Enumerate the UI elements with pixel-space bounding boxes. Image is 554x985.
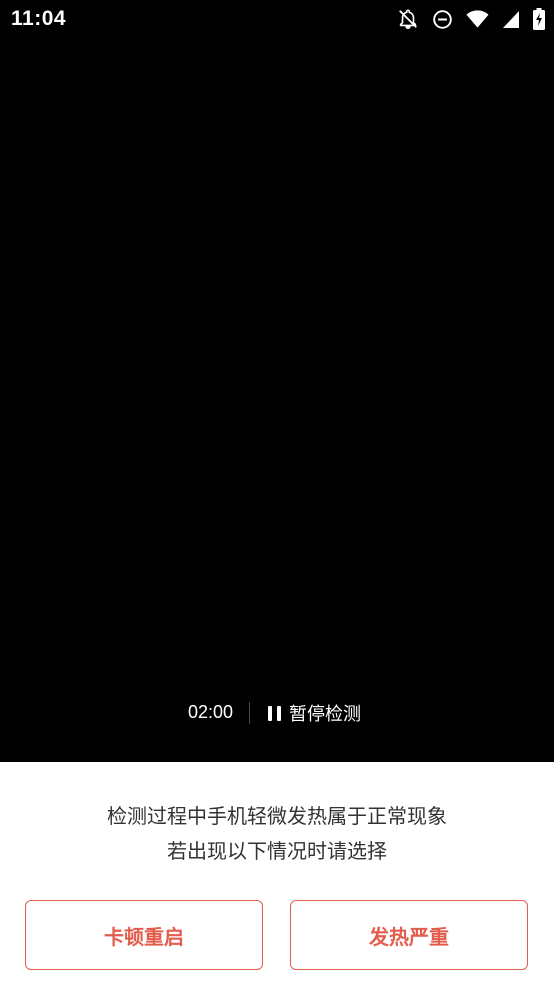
severe-heating-button[interactable]: 发热严重: [290, 900, 528, 970]
detection-view: 02:00 暂停检测: [0, 38, 554, 762]
pause-detection-button[interactable]: 暂停检测: [268, 700, 361, 726]
wifi-icon: [466, 9, 489, 29]
bottom-panel: 检测过程中手机轻微发热属于正常现象 若出现以下情况时请选择 卡顿重启 发热严重: [0, 762, 554, 985]
status-time: 11:04: [11, 7, 67, 30]
pause-detection-label: 暂停检测: [289, 704, 361, 725]
cellular-signal-icon: [502, 10, 520, 29]
notice-line-2: 若出现以下情况时请选择: [167, 839, 387, 863]
battery-charging-icon: [533, 8, 545, 30]
countdown-timer: 02:00: [188, 702, 234, 722]
do-not-disturb-icon: [432, 9, 453, 30]
lag-restart-button[interactable]: 卡顿重启: [25, 900, 263, 970]
controls-divider: [249, 702, 250, 724]
status-icons: [397, 7, 545, 31]
screen: 11:04 02:00 暂停检测 检测过程中手机轻微发热属于正常现象 若出现以下…: [0, 0, 554, 985]
detection-controls: 02:00 暂停检测: [0, 700, 554, 728]
notice-line-1: 检测过程中手机轻微发热属于正常现象: [107, 804, 447, 828]
pause-icon: [268, 705, 281, 721]
notice-text: 检测过程中手机轻微发热属于正常现象 若出现以下情况时请选择: [0, 799, 554, 869]
status-bar: 11:04: [0, 0, 554, 38]
notifications-off-icon: [397, 8, 419, 30]
